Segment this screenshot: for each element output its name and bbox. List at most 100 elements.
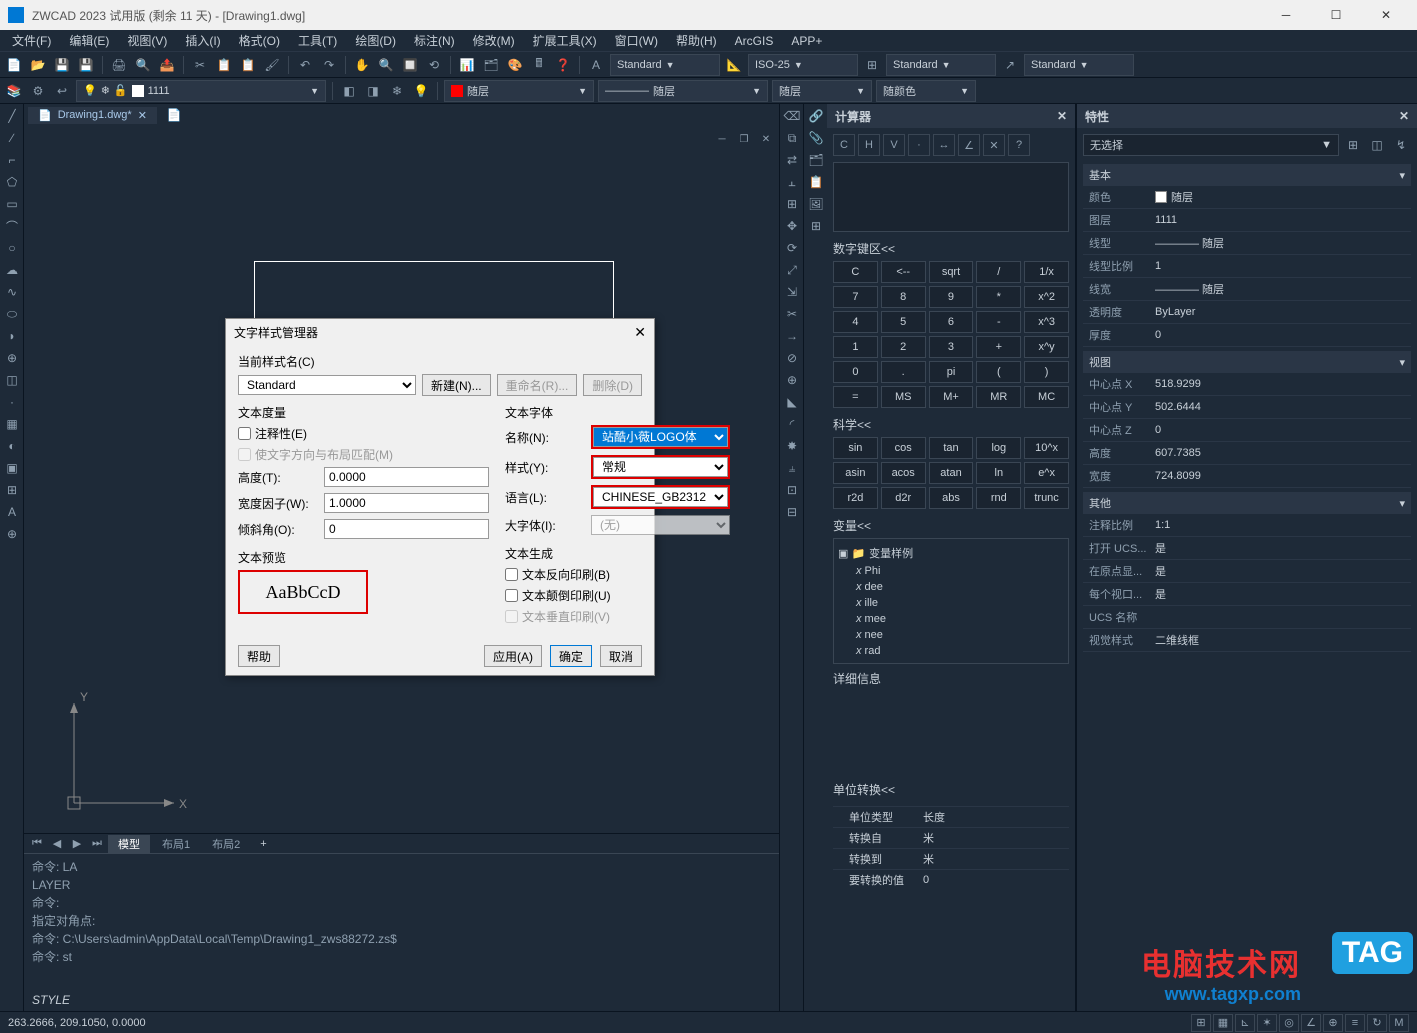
plotstyle-dropdown[interactable]: 随颜色▼ [876,80,976,102]
zoom-prev-icon[interactable]: ⟲ [424,55,444,75]
calc-key[interactable]: ) [1024,361,1069,383]
grid-toggle[interactable]: ▦ [1213,1014,1233,1032]
calc-angle-icon[interactable]: ∠ [958,134,980,156]
calc-icon[interactable]: 🖩 [529,55,549,75]
calc-key[interactable]: acos [881,462,926,484]
calc-key[interactable]: 4 [833,311,878,333]
tab-layout2[interactable]: 布局2 [202,835,250,853]
table-icon[interactable]: ⊞ [2,480,22,500]
annotative-checkbox[interactable]: 注释性(E) [238,425,489,442]
props-selobj-icon[interactable]: ◫ [1367,135,1387,155]
trim-icon[interactable]: ✂ [782,304,802,324]
props-row[interactable]: UCS 名称 [1083,606,1411,629]
move-icon[interactable]: ✥ [782,216,802,236]
height-input[interactable] [324,467,489,487]
cut-icon[interactable]: ✂ [190,55,210,75]
calc-key[interactable]: sin [833,437,878,459]
ref4-icon[interactable]: 📋 [806,172,826,192]
tab-add-button[interactable]: 📄 [159,106,190,124]
linetype-dropdown[interactable]: ————随层▼ [598,80,768,102]
calc-key[interactable]: 3 [929,336,974,358]
calc-x-icon[interactable]: ✕ [983,134,1005,156]
mdi-close-icon[interactable]: ✕ [757,130,775,148]
circle-icon[interactable]: ○ [2,238,22,258]
calc-key[interactable]: asin [833,462,878,484]
polygon-icon[interactable]: ⬠ [2,172,22,192]
pan-icon[interactable]: ✋ [352,55,372,75]
stretch-icon[interactable]: ⇲ [782,282,802,302]
calc-key[interactable]: x^2 [1024,286,1069,308]
tab-layout1[interactable]: 布局1 [152,835,200,853]
calc-key[interactable]: x^3 [1024,311,1069,333]
window-close-button[interactable]: ✕ [1363,0,1409,30]
menu-item[interactable]: 工具(T) [290,30,345,51]
tab-next-icon[interactable]: ▶ [68,837,86,850]
menu-item[interactable]: 格式(O) [231,30,288,51]
lwt-toggle[interactable]: ≡ [1345,1014,1365,1032]
ok-button[interactable]: 确定 [550,645,592,667]
calc-key[interactable]: sqrt [929,261,974,283]
vars-tree-root[interactable]: ▣ 📁 变量样例 [838,543,1064,563]
props-row[interactable]: 颜色随层 [1083,186,1411,209]
help-button[interactable]: 帮助 [238,645,280,667]
props-row[interactable]: 打开 UCS...是 [1083,537,1411,560]
zoom-icon[interactable]: 🔍 [376,55,396,75]
calc-point-icon[interactable]: · [908,134,930,156]
font-lang-select[interactable]: CHINESE_GB2312 [593,487,728,507]
props-row[interactable]: 每个视口...是 [1083,583,1411,606]
layer-state-icon[interactable]: ⚙ [28,81,48,101]
menu-item[interactable]: APP+ [783,32,830,50]
menu-item[interactable]: 文件(F) [4,30,59,51]
layer-dropdown[interactable]: 💡❄🔓 1111▼ [76,80,326,102]
help-icon[interactable]: ❓ [553,55,573,75]
width-factor-input[interactable] [324,493,489,513]
mdi-restore-icon[interactable]: ❐ [735,130,753,148]
ortho-toggle[interactable]: ⊾ [1235,1014,1255,1032]
saveas-icon[interactable]: 💾 [76,55,96,75]
calc-key[interactable]: trunc [1024,487,1069,509]
arc-icon[interactable]: ⌒ [2,216,22,236]
calc-key[interactable]: = [833,386,878,408]
calc-key[interactable]: abs [929,487,974,509]
mtext-icon[interactable]: A [2,502,22,522]
erase-icon[interactable]: ⌫ [782,106,802,126]
tab-first-icon[interactable]: ⏮ [28,837,46,850]
point-icon[interactable]: · [2,392,22,412]
menu-item[interactable]: 编辑(E) [61,30,117,51]
props-section-header[interactable]: 基本▾ [1083,164,1411,186]
props-panel-close-icon[interactable]: ✕ [1399,109,1409,123]
calc-key[interactable]: d2r [881,487,926,509]
calc-key[interactable]: . [881,361,926,383]
paste-icon[interactable]: 📋 [238,55,258,75]
calc-key[interactable]: 6 [929,311,974,333]
calc-key[interactable]: ( [976,361,1021,383]
scale-icon[interactable]: ⤢ [782,260,802,280]
ref1-icon[interactable]: 🔗 [806,106,826,126]
props-section-header[interactable]: 视图▾ [1083,351,1411,373]
apply-button[interactable]: 应用(A) [484,645,542,667]
props-row[interactable]: 线型比例1 [1083,255,1411,278]
calc-key[interactable]: 7 [833,286,878,308]
ref6-icon[interactable]: ⊞ [806,216,826,236]
menu-item[interactable]: 帮助(H) [668,30,725,51]
calc-key[interactable]: 5 [881,311,926,333]
array-icon[interactable]: ⊞ [782,194,802,214]
calc-key[interactable]: 2 [881,336,926,358]
cancel-button[interactable]: 取消 [600,645,642,667]
dim-style-dropdown[interactable]: ISO-25▼ [748,54,858,76]
props-row[interactable]: 宽度724.8099 [1083,465,1411,488]
preview-icon[interactable]: 🔍 [133,55,153,75]
props-row[interactable]: 在原点显...是 [1083,560,1411,583]
props-row[interactable]: 中心点 X518.9299 [1083,373,1411,396]
menu-item[interactable]: 修改(M) [465,30,523,51]
save-icon[interactable]: 💾 [52,55,72,75]
menu-item[interactable]: ArcGIS [727,32,782,50]
mleaderstyle-icon[interactable]: ↗ [1000,55,1020,75]
calc-var-item[interactable]: x Phi [838,563,1064,579]
props-row[interactable]: 图层1111 [1083,209,1411,232]
snap-toggle[interactable]: ⊞ [1191,1014,1211,1032]
ref3-icon[interactable]: 🗂 [806,150,826,170]
tool-palette-icon[interactable]: 🎨 [505,55,525,75]
calc-sci-header[interactable]: 科学<< [833,416,1069,433]
layer-manager-icon[interactable]: 📚 [4,81,24,101]
